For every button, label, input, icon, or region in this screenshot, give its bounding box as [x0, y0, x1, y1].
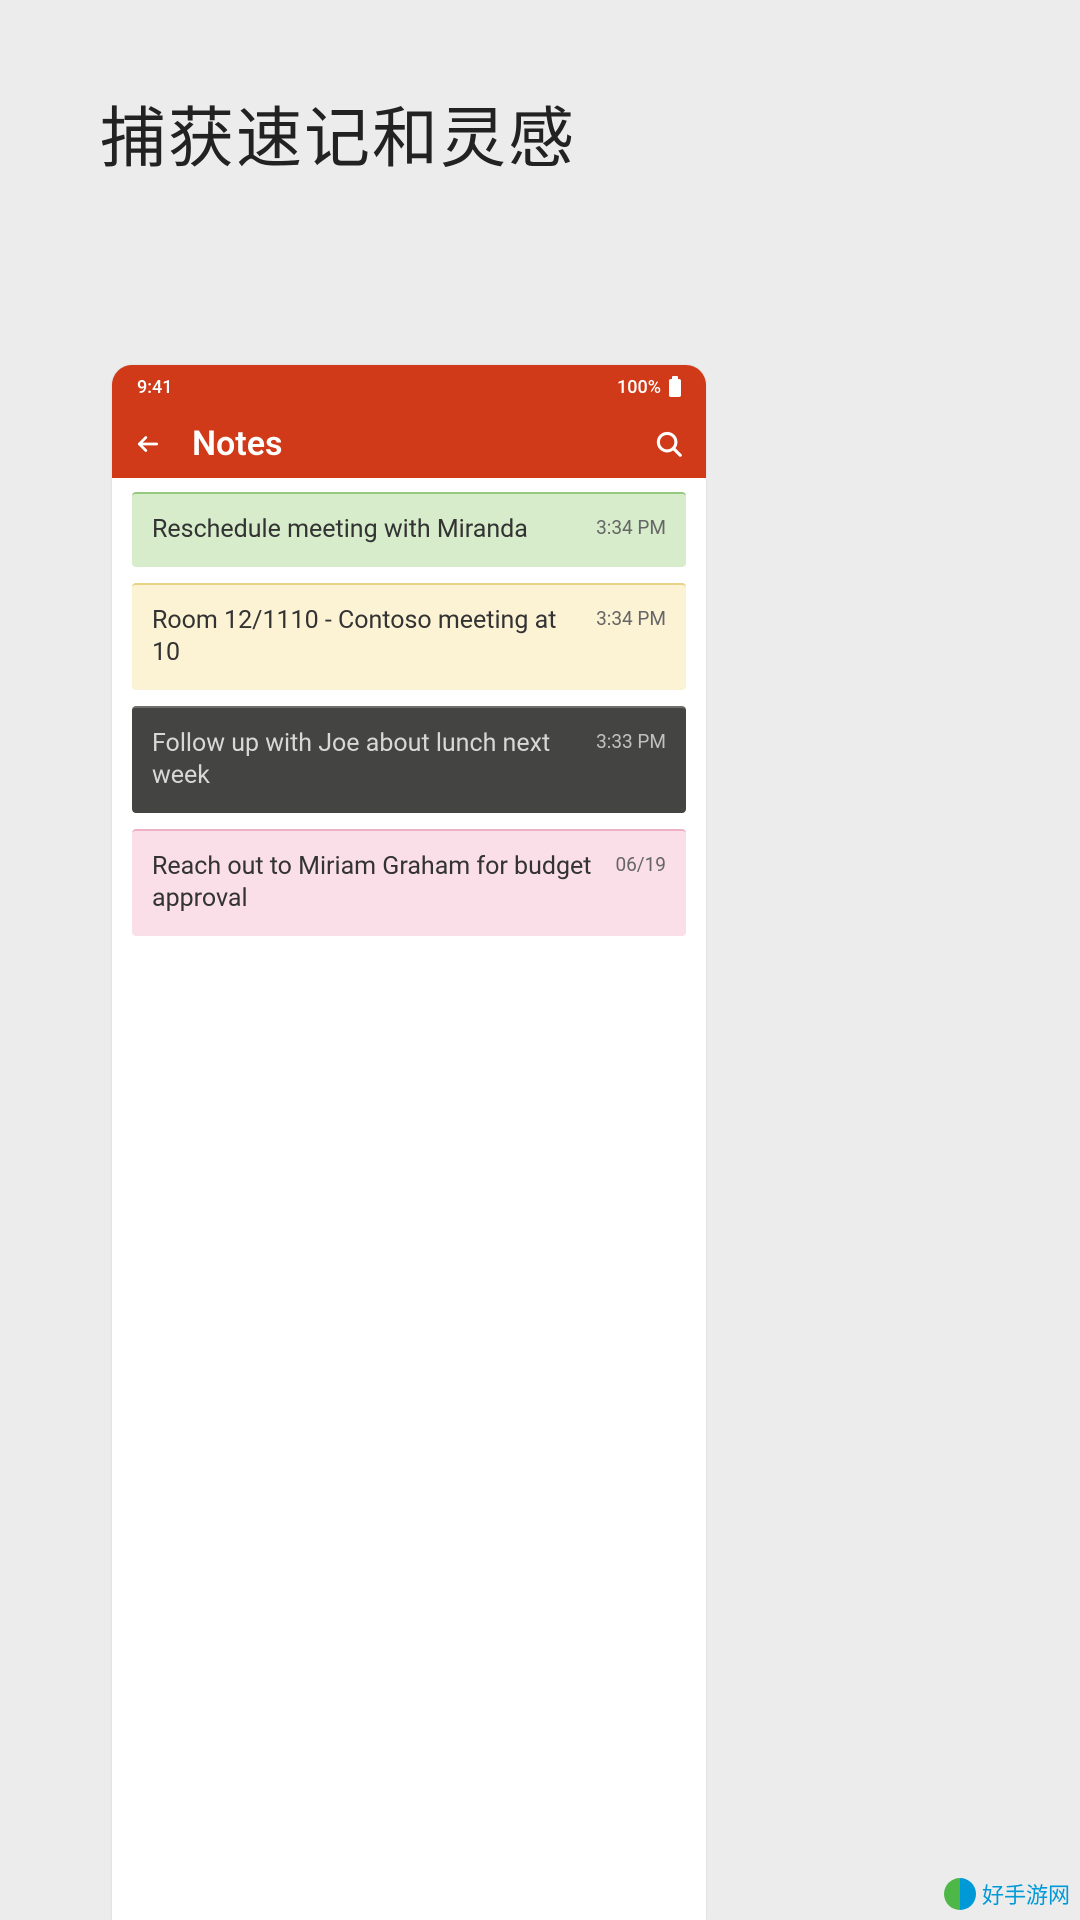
app-bar: Notes	[112, 410, 706, 478]
watermark: 好手游网	[944, 1878, 1070, 1910]
note-card[interactable]: Reach out to Miriam Graham for budget ap…	[132, 829, 686, 936]
note-card[interactable]: Follow up with Joe about lunch next week…	[132, 706, 686, 813]
note-text: Room 12/1110 - Contoso meeting at 10	[152, 605, 580, 670]
watermark-text: 好手游网	[982, 1878, 1070, 1910]
note-text: Reschedule meeting with Miranda	[152, 514, 580, 547]
battery-icon	[669, 379, 681, 397]
note-time: 3:33 PM	[596, 728, 666, 753]
note-card[interactable]: Reschedule meeting with Miranda 3:34 PM	[132, 492, 686, 567]
note-text: Reach out to Miriam Graham for budget ap…	[152, 851, 599, 916]
note-time: 3:34 PM	[596, 605, 666, 630]
app-title: Notes	[192, 424, 654, 464]
note-time: 06/19	[615, 851, 666, 876]
status-right: 100%	[617, 377, 681, 398]
note-time: 3:34 PM	[596, 514, 666, 539]
search-icon[interactable]	[654, 429, 684, 459]
note-text: Follow up with Joe about lunch next week	[152, 728, 580, 793]
battery-percent: 100%	[617, 377, 661, 398]
notes-list: Reschedule meeting with Miranda 3:34 PM …	[112, 478, 706, 966]
phone-frame: 9:41 100% Notes Reschedule meeting with …	[112, 365, 706, 1920]
watermark-logo-icon	[944, 1878, 976, 1910]
status-time: 9:41	[137, 377, 172, 398]
note-card[interactable]: Room 12/1110 - Contoso meeting at 10 3:3…	[132, 583, 686, 690]
back-arrow-icon[interactable]	[134, 430, 162, 458]
promo-title: 捕获速记和灵感	[100, 85, 576, 181]
status-bar: 9:41 100%	[112, 365, 706, 410]
